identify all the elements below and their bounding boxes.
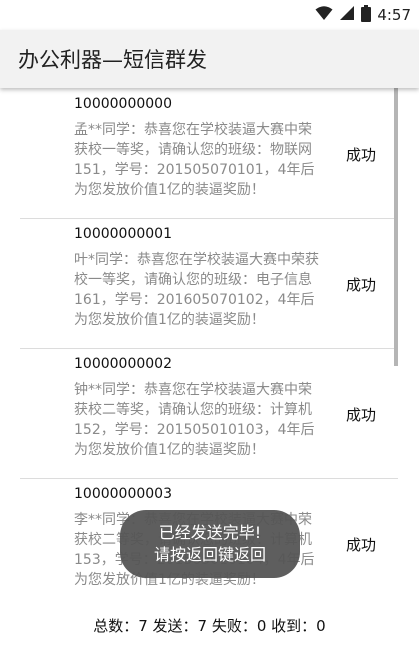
list-item[interactable]: 10000000000 孟**同学：恭喜您在学校装逼大赛中荣获校一等奖，请确认您…: [20, 88, 398, 219]
message-text: 钟**同学：恭喜您在学校装逼大赛中荣获校二等奖，请确认您的班级：计算机152，学…: [74, 382, 315, 458]
toast-line-1: 已经发送完毕!: [158, 523, 262, 542]
status-time: 4:57: [377, 6, 411, 24]
list-scrollbar[interactable]: [394, 88, 398, 366]
phone-number: 10000000001: [74, 226, 172, 242]
app-title: 办公利器—短信群发: [18, 48, 207, 72]
message-text: 叶*同学：恭喜您在学校装逼大赛中荣获校一等奖，请确认您的班级：电子信息161，学…: [74, 252, 319, 328]
phone-number: 10000000000: [74, 96, 172, 112]
message-text: 孟**同学：恭喜您在学校装逼大赛中荣获校一等奖，请确认您的班级：物联网151，学…: [74, 122, 315, 198]
wifi-icon: [315, 5, 333, 25]
status-bar: 4:57: [0, 0, 419, 30]
signal-icon: [339, 5, 355, 25]
list-item[interactable]: 10000000001 叶*同学：恭喜您在学校装逼大赛中荣获校一等奖，请确认您的…: [20, 218, 398, 349]
phone-number: 10000000002: [74, 356, 172, 372]
toast-line-2: 请按返回键返回: [153, 545, 266, 564]
send-status: 成功: [346, 276, 377, 294]
summary-footer: 总数：7 发送：7 失败：0 收到：0: [93, 617, 326, 635]
toast-message: 已经发送完毕! 请按返回键返回: [120, 510, 300, 578]
battery-icon: [361, 4, 372, 26]
phone-number: 10000000003: [74, 486, 172, 502]
app-bar: 办公利器—短信群发: [0, 30, 419, 88]
send-status: 成功: [346, 146, 377, 164]
send-status: 成功: [346, 406, 377, 424]
list-item[interactable]: 10000000002 钟**同学：恭喜您在学校装逼大赛中荣获校二等奖，请确认您…: [20, 348, 398, 479]
status-icons: 4:57: [315, 4, 411, 26]
send-status: 成功: [346, 536, 377, 554]
